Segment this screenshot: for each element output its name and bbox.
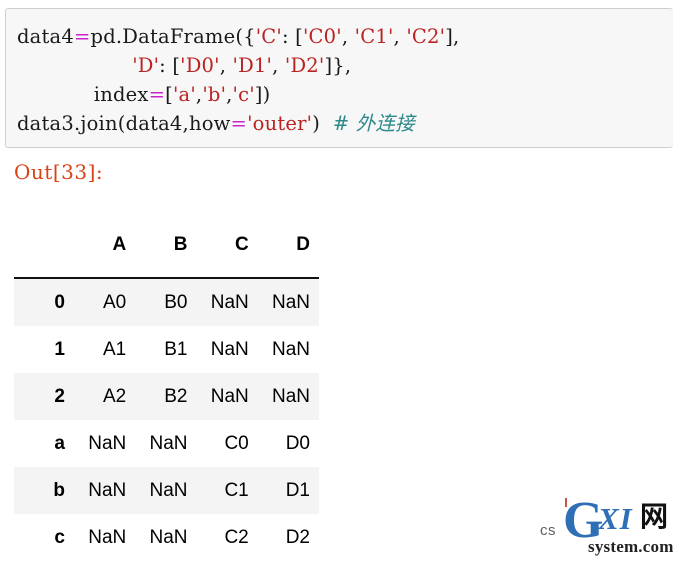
row-index-label: 0: [54, 291, 65, 313]
watermark-logo-letter: G: [563, 492, 604, 549]
table-row: c NaN NaN C2 D2: [14, 514, 319, 561]
code-token-str: 'D': [132, 54, 160, 77]
watermark-domain: system.com: [588, 537, 673, 556]
row-index-label: 1: [54, 338, 65, 360]
table-row: b NaN NaN C1 D1: [14, 467, 319, 514]
table-cell: NaN: [271, 385, 310, 407]
code-token-op: =: [73, 25, 91, 48]
code-token-plain: ,: [272, 54, 285, 77]
code-line: 'D': ['D0', 'D1', 'D2']},: [17, 51, 459, 80]
table-header: A B C D: [14, 216, 319, 278]
code-token-str: 'D1': [232, 54, 273, 77]
table-cell: NaN: [88, 432, 127, 454]
watermark-logo-cjk-icon: 网: [640, 500, 669, 533]
code-token-plain: data3.join(data4,how: [17, 112, 231, 135]
code-token-plain: : [: [159, 54, 181, 77]
code-token-plain: ,: [341, 25, 355, 48]
dataframe-output-table: A B C D 0 A0 B0 NaN NaN 1 A1 B1 NaN NaN 2 A2 B2 NaN Na…: [14, 216, 319, 561]
code-source-text[interactable]: data4=pd.DataFrame({'C': ['C0', 'C1', 'C…: [17, 22, 459, 138]
code-token-str: 'b': [202, 83, 227, 106]
column-header-a: A: [112, 233, 127, 255]
table-row: a NaN NaN C0 D0: [14, 420, 319, 467]
code-token-op: =: [230, 112, 248, 135]
table-cell: NaN: [88, 479, 127, 501]
table-cell: D1: [285, 479, 310, 501]
table-header-row: A B C D: [14, 216, 319, 278]
code-input-cell[interactable]: data4=pd.DataFrame({'C': ['C0', 'C1', 'C…: [5, 8, 673, 148]
table-cell: D0: [285, 432, 310, 454]
row-index-label: c: [54, 526, 65, 548]
site-watermark: cs G XI 网 system.com: [540, 492, 673, 556]
index-column-header: [14, 216, 74, 278]
code-token-str: 'C0': [302, 25, 342, 48]
table-row: 2 A2 B2 NaN NaN: [14, 373, 319, 420]
table-cell: C1: [224, 479, 249, 501]
table-cell: NaN: [210, 338, 249, 360]
table-cell: NaN: [210, 385, 249, 407]
table-cell: B0: [164, 291, 188, 313]
table-cell: NaN: [210, 291, 249, 313]
row-index-label: 2: [54, 385, 65, 407]
watermark-tick-mark: [565, 498, 567, 507]
table-cell: NaN: [88, 526, 127, 548]
code-token-str: 'D0': [180, 54, 220, 77]
table-row: 0 A0 B0 NaN NaN: [14, 278, 319, 326]
code-token-plain: ,: [393, 25, 407, 48]
code-line: data3.join(data4,how='outer') # 外连接: [17, 109, 459, 138]
row-index-label: a: [54, 432, 65, 454]
code-token-plain: [: [165, 83, 173, 106]
code-token-plain: data4: [17, 25, 74, 48]
code-token-str: 'a': [172, 83, 196, 106]
table-cell: NaN: [149, 479, 188, 501]
code-token-str: 'outer': [247, 112, 313, 135]
table-cell: A2: [103, 385, 127, 407]
watermark-logo-xi: XI: [598, 501, 633, 536]
code-token-str: 'C1': [354, 25, 394, 48]
code-token-str: 'C': [255, 25, 282, 48]
code-line: index=['a','b','c']): [17, 80, 459, 109]
output-prompt-label: Out[33]:: [14, 160, 104, 184]
code-token-cmt: # 外连接: [332, 112, 415, 135]
table-cell: NaN: [149, 432, 188, 454]
code-token-plain: ): [312, 112, 333, 135]
table-cell: B1: [164, 338, 188, 360]
table-row: 1 A1 B1 NaN NaN: [14, 326, 319, 373]
table-cell: NaN: [271, 338, 310, 360]
table-cell: D2: [285, 526, 310, 548]
code-line: data4=pd.DataFrame({'C': ['C0', 'C1', 'C…: [17, 22, 459, 51]
code-token-plain: index: [17, 83, 149, 106]
table-cell: NaN: [271, 291, 310, 313]
column-header-c: C: [235, 233, 249, 255]
table-cell: NaN: [149, 526, 188, 548]
code-token-op: =: [148, 83, 166, 106]
code-token-plain: ]): [254, 83, 271, 106]
table-cell: B2: [164, 385, 188, 407]
column-header-d: D: [296, 233, 310, 255]
table-cell: A0: [103, 291, 127, 313]
code-token-plain: : [: [282, 25, 303, 48]
code-token-plain: pd.DataFrame({: [90, 25, 256, 48]
table-cell: C0: [224, 432, 249, 454]
code-token-plain: ],: [445, 25, 460, 48]
row-index-label: b: [53, 479, 65, 501]
code-token-plain: ,: [219, 54, 233, 77]
code-token-str: 'D2': [284, 54, 325, 77]
code-token-str: 'C2': [406, 25, 446, 48]
column-header-b: B: [173, 233, 188, 255]
watermark-prefix: cs: [540, 522, 556, 539]
table-body: 0 A0 B0 NaN NaN 1 A1 B1 NaN NaN 2 A2 B2 NaN NaN a NaN NaN…: [14, 278, 319, 561]
code-token-plain: ]},: [324, 54, 352, 77]
table-cell: C2: [224, 526, 249, 548]
table-cell: A1: [103, 338, 127, 360]
code-token-str: 'c': [232, 83, 255, 106]
